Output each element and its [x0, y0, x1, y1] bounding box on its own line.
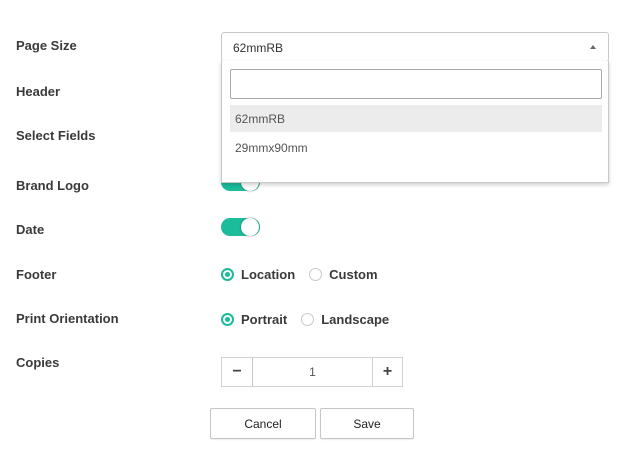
copies-label: Copies — [16, 355, 60, 370]
page-size-search-input[interactable] — [230, 69, 602, 99]
select-fields-label: Select Fields — [16, 128, 96, 143]
footer-label: Footer — [16, 267, 57, 282]
date-toggle[interactable] — [221, 218, 260, 236]
radio-unchecked-icon — [301, 313, 315, 326]
radio-label: Portrait — [241, 312, 288, 327]
decrement-button[interactable]: − — [222, 358, 252, 386]
radio-unchecked-icon — [309, 268, 323, 281]
footer-radio-location[interactable]: Location — [221, 267, 295, 282]
radio-label: Custom — [329, 267, 378, 282]
radio-label: Location — [241, 267, 296, 282]
header-label: Header — [16, 84, 61, 99]
toggle-knob — [241, 218, 259, 236]
footer-radio-custom[interactable]: Custom — [309, 267, 378, 282]
caret-up-icon — [590, 45, 596, 49]
footer-radio-group: Location Custom — [221, 267, 392, 282]
cancel-button[interactable]: Cancel — [210, 408, 316, 439]
page-size-option[interactable]: 29mmx90mm — [230, 134, 602, 161]
orientation-radio-portrait[interactable]: Portrait — [221, 312, 287, 327]
radio-checked-icon — [221, 268, 234, 281]
date-label: Date — [16, 222, 45, 237]
radio-label: Landscape — [321, 312, 390, 327]
page-size-option[interactable]: 62mmRB — [230, 105, 602, 132]
orientation-radio-landscape[interactable]: Landscape — [301, 312, 389, 327]
increment-button[interactable]: + — [372, 358, 402, 386]
copies-stepper: − + — [221, 357, 403, 387]
print-orientation-label: Print Orientation — [16, 311, 119, 326]
page-size-dropdown: 62mmRB 29mmx90mm — [221, 61, 609, 183]
brand-logo-label: Brand Logo — [16, 178, 89, 193]
page-size-label: Page Size — [16, 38, 77, 53]
print-orientation-radio-group: Portrait Landscape — [221, 312, 403, 327]
radio-checked-icon — [221, 313, 234, 326]
page-size-selected-value: 62mmRB — [233, 41, 284, 55]
copies-input[interactable] — [252, 358, 373, 386]
page-size-select[interactable]: 62mmRB — [221, 32, 609, 62]
save-button[interactable]: Save — [320, 408, 414, 439]
